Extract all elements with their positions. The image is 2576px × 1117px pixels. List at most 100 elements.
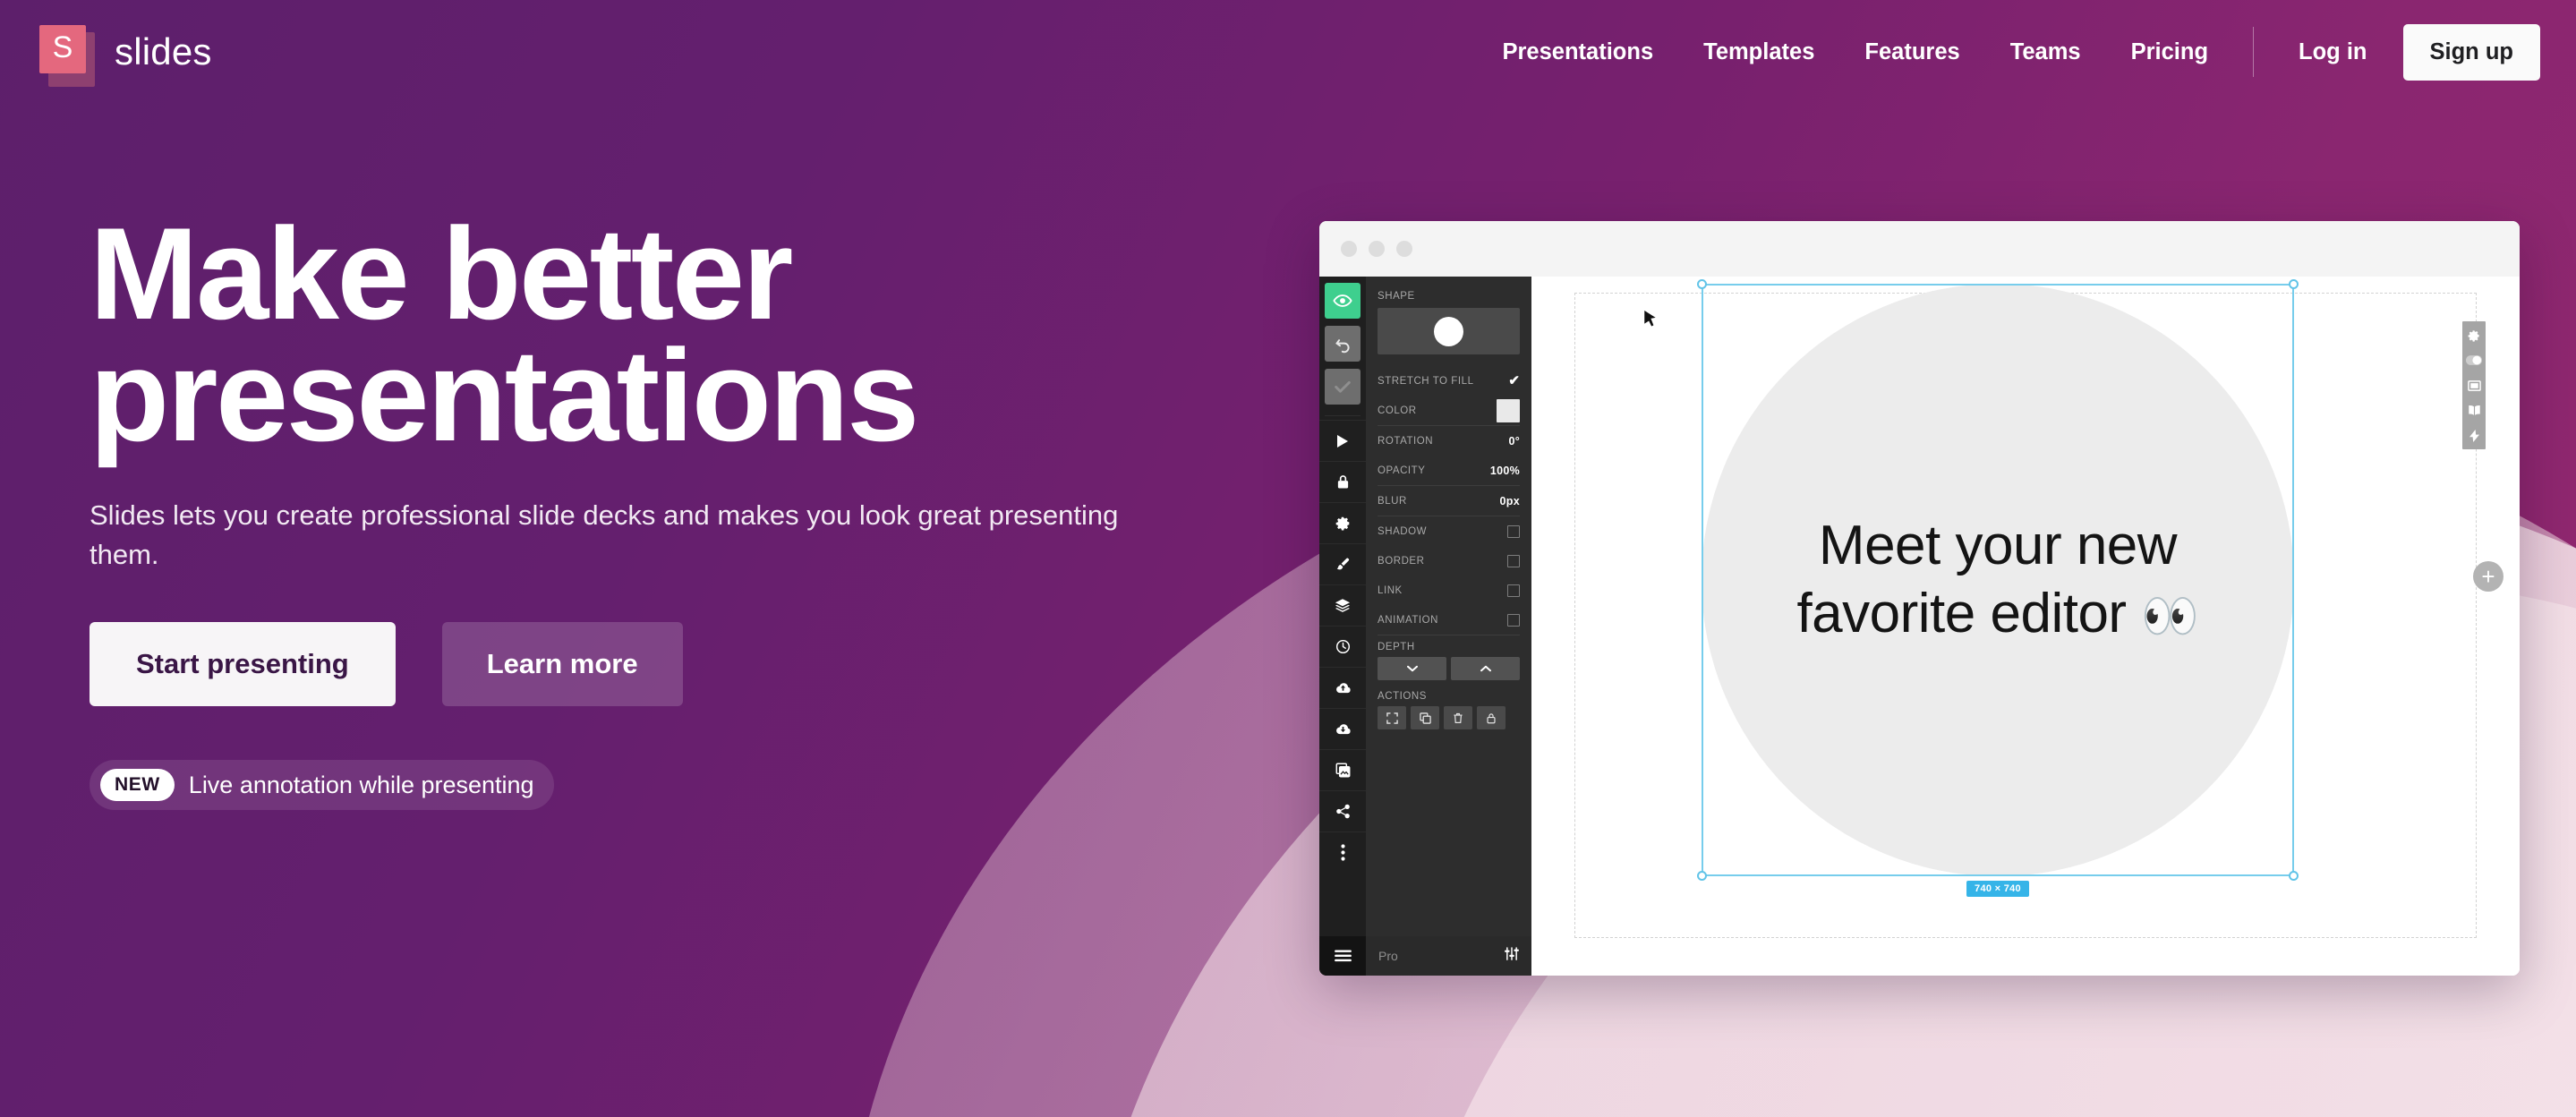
add-slide-button[interactable]: + [2473, 561, 2503, 592]
signup-button[interactable]: Sign up [2402, 23, 2540, 81]
blur-value: 0px [1499, 494, 1520, 507]
window-minimize-dot[interactable] [1369, 241, 1385, 257]
gear-icon[interactable] [2465, 328, 2483, 343]
resize-handle-top-right[interactable] [2289, 279, 2299, 289]
clock-icon[interactable] [1319, 626, 1366, 667]
animation-label: ANIMATION [1378, 614, 1438, 626]
stretch-to-fill-row[interactable]: STRETCH TO FILL ✔ [1378, 366, 1520, 396]
sliders-icon[interactable] [1505, 947, 1519, 965]
depth-controls [1378, 657, 1520, 680]
animation-row[interactable]: ANIMATION [1378, 605, 1520, 635]
learn-more-button[interactable]: Learn more [441, 622, 683, 707]
lock-icon[interactable] [1477, 706, 1506, 729]
lock-icon[interactable] [1319, 461, 1366, 502]
login-link[interactable]: Log in [2273, 39, 2392, 65]
editor-footer-bar: Pro [1366, 936, 1531, 976]
gear-icon[interactable] [1319, 502, 1366, 543]
page-title: Make better presentations [90, 209, 1217, 461]
eyes-emoji-icon: 👀 [2141, 591, 2199, 643]
depth-bring-forward-button[interactable] [1451, 657, 1520, 680]
nav-item-templates[interactable]: Templates [1678, 39, 1839, 65]
slide-text-line-2: favorite editor [1796, 583, 2127, 644]
nav-item-features[interactable]: Features [1839, 39, 1984, 65]
stretch-checked-icon: ✔ [1508, 373, 1520, 388]
rotation-value: 0° [1508, 434, 1520, 448]
status-badge: NEW [100, 769, 175, 802]
opacity-row[interactable]: OPACITY 100% [1378, 456, 1520, 485]
play-icon[interactable] [1319, 420, 1366, 461]
new-feature-banner[interactable]: NEW Live annotation while presenting [90, 760, 554, 811]
nav-divider [2253, 27, 2255, 77]
layers-icon[interactable] [1319, 584, 1366, 626]
main-navigation: Presentations Templates Features Teams P… [1478, 23, 2540, 81]
editor-body: SHAPE STRETCH TO FILL ✔ COLOR ROTATION 0… [1319, 277, 2520, 976]
slide-headline-text: Meet your new favorite editor 👀 [1720, 512, 2275, 647]
color-label: COLOR [1378, 405, 1417, 416]
nav-item-pricing[interactable]: Pricing [2106, 39, 2233, 65]
blur-row[interactable]: BLUR 0px [1378, 486, 1520, 516]
cloud-download-icon[interactable] [1319, 708, 1366, 749]
mouse-cursor-icon [1644, 311, 1656, 327]
link-row[interactable]: LINK [1378, 576, 1520, 605]
slide-text-line-1: Meet your new [1818, 515, 2178, 577]
link-checkbox[interactable] [1507, 584, 1520, 597]
duplicate-icon[interactable] [1411, 706, 1439, 729]
book-icon[interactable] [2465, 403, 2483, 418]
brand-logo-link[interactable]: S slides [34, 21, 212, 87]
media-image-icon[interactable] [1319, 749, 1366, 790]
shape-properties-panel: SHAPE STRETCH TO FILL ✔ COLOR ROTATION 0… [1366, 277, 1531, 976]
stretch-to-fill-label: STRETCH TO FILL [1378, 375, 1474, 387]
animation-checkbox[interactable] [1507, 613, 1520, 627]
slide-canvas[interactable]: Meet your new favorite editor 👀 740 × 74… [1531, 277, 2520, 976]
depth-label: DEPTH [1378, 642, 1415, 652]
shadow-label: SHADOW [1378, 525, 1428, 537]
share-icon[interactable] [1319, 790, 1366, 831]
start-presenting-button[interactable]: Start presenting [90, 622, 396, 707]
logo-letter: S [52, 30, 73, 64]
circle-shape-swatch [1434, 316, 1463, 346]
slide-ellipse-object[interactable]: Meet your new favorite editor 👀 [1702, 284, 2294, 876]
shape-preview[interactable] [1378, 308, 1520, 354]
color-row[interactable]: COLOR [1378, 396, 1520, 425]
more-vertical-icon[interactable] [1319, 831, 1366, 873]
check-icon[interactable] [1325, 369, 1361, 405]
border-label: BORDER [1378, 555, 1425, 567]
fit-icon[interactable] [1378, 706, 1406, 729]
lightning-icon[interactable] [2465, 428, 2483, 443]
hero-section: Make better presentations Slides lets yo… [90, 209, 1217, 811]
site-header: S slides Presentations Templates Feature… [0, 0, 2576, 104]
window-maximize-dot[interactable] [1396, 241, 1412, 257]
rotation-row[interactable]: ROTATION 0° [1378, 426, 1520, 456]
link-label: LINK [1378, 584, 1403, 596]
window-close-dot[interactable] [1341, 241, 1357, 257]
rail-divider [1325, 415, 1361, 416]
nav-item-presentations[interactable]: Presentations [1478, 39, 1679, 65]
brush-icon[interactable] [1319, 543, 1366, 584]
cloud-upload-icon[interactable] [1319, 667, 1366, 708]
nav-item-teams[interactable]: Teams [1985, 39, 2106, 65]
opacity-value: 100% [1489, 464, 1520, 477]
shadow-checkbox[interactable] [1507, 524, 1520, 538]
trash-icon[interactable] [1444, 706, 1472, 729]
pro-label: Pro [1378, 949, 1398, 963]
canvas-right-toolbar [2462, 321, 2486, 449]
mock-window-titlebar [1319, 221, 2520, 277]
opacity-label: OPACITY [1378, 465, 1426, 476]
border-checkbox[interactable] [1507, 554, 1520, 567]
presentation-icon[interactable] [2465, 378, 2483, 393]
editor-tool-rail [1319, 277, 1366, 976]
resize-handle-top-left[interactable] [1697, 279, 1707, 289]
hamburger-icon[interactable] [1319, 936, 1366, 976]
hero-subheading: Slides lets you create professional slid… [90, 499, 1119, 571]
undo-icon[interactable] [1325, 326, 1361, 362]
rotation-label: ROTATION [1378, 435, 1434, 447]
toggle-icon[interactable] [2465, 353, 2483, 368]
shadow-row[interactable]: SHADOW [1378, 516, 1520, 546]
color-swatch[interactable] [1497, 398, 1520, 422]
preview-eye-icon[interactable] [1325, 283, 1361, 319]
border-row[interactable]: BORDER [1378, 546, 1520, 576]
blur-label: BLUR [1378, 495, 1407, 507]
depth-send-backward-button[interactable] [1378, 657, 1446, 680]
logo-front-card: S [39, 25, 86, 73]
shape-section-label: SHAPE [1378, 291, 1415, 302]
